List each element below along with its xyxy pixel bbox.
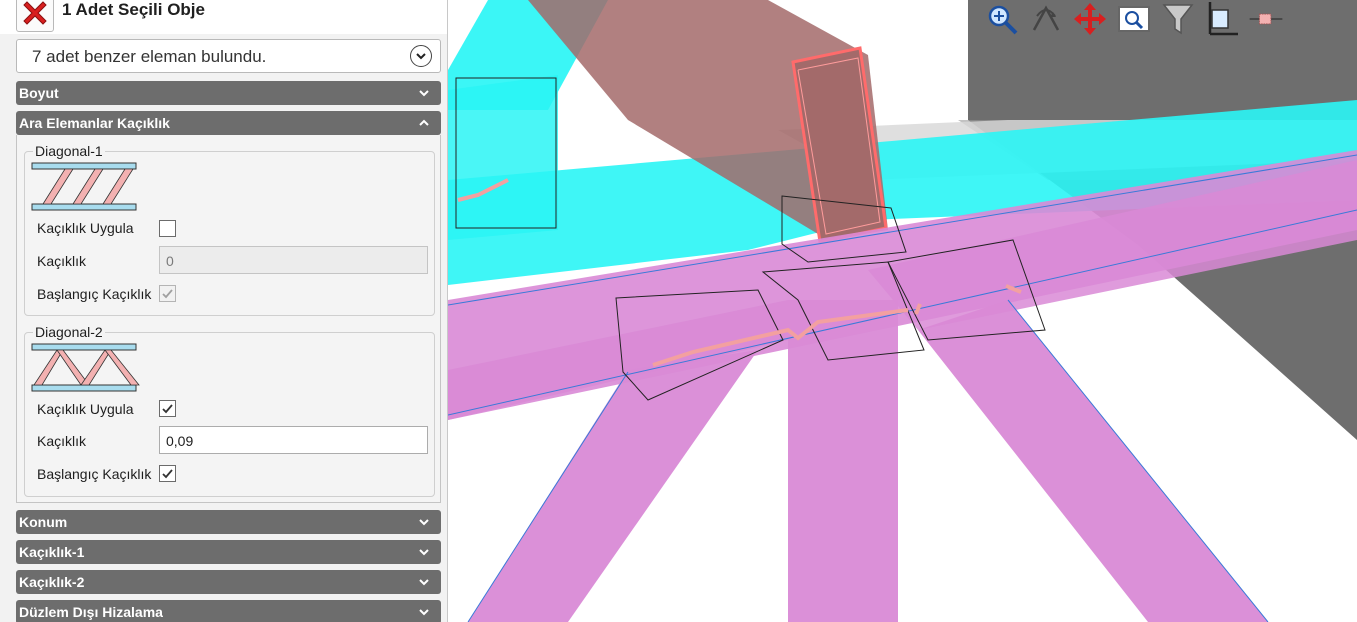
magenta-member-4 [788, 300, 898, 622]
zoom-fit-icon[interactable] [984, 1, 1020, 37]
property-panel: 1 Adet Seçili Obje 7 adet benzer eleman … [0, 0, 448, 622]
section-kaciklik-1-label: Kaçıklık-1 [19, 544, 85, 560]
section-ara-elemanlar[interactable]: Ara Elemanlar Kaçıklık [16, 111, 441, 135]
3d-viewport[interactable] [448, 0, 1357, 622]
view-toolbar [984, 0, 1284, 38]
section-ara-elemanlar-content: Diagonal-1 Kaçıklık Uygula Kaçıklık 0 Ba… [16, 135, 441, 503]
chevron-up-icon [419, 119, 429, 126]
checkmark-icon [162, 404, 173, 414]
diagonal-1-apply-label: Kaçıklık Uygula [37, 220, 134, 236]
diagonal-2-pattern-icon [31, 343, 140, 392]
similar-elements-value: 7 adet benzer eleman bulundu. [32, 47, 267, 66]
cyan-beam-left [448, 75, 558, 240]
chevron-down-icon [419, 90, 429, 97]
checkmark-icon [162, 289, 173, 299]
chevron-down-icon [410, 45, 432, 67]
close-button[interactable] [16, 0, 54, 32]
chevron-down-icon [419, 519, 429, 526]
chevron-down-icon [419, 579, 429, 586]
axis-icon[interactable] [1204, 1, 1240, 37]
checkmark-icon [162, 469, 173, 479]
diagonal-2-group: Diagonal-2 Kaçıklık Uygula Kaçıklık 0,09… [24, 324, 435, 497]
close-icon [23, 1, 47, 25]
diagonal-1-offset-input[interactable]: 0 [159, 246, 428, 274]
section-kaciklik-2-label: Kaçıklık-2 [19, 574, 85, 590]
section-boyut[interactable]: Boyut [16, 81, 441, 105]
similar-elements-dropdown[interactable]: 7 adet benzer eleman bulundu. [16, 39, 441, 73]
section-ara-elemanlar-label: Ara Elemanlar Kaçıklık [19, 115, 170, 131]
diagonal-2-title: Diagonal-2 [33, 324, 105, 340]
section-duzlem-disi-hizalama[interactable]: Düzlem Dışı Hizalama [16, 600, 441, 622]
zoom-window-icon[interactable] [1116, 1, 1152, 37]
diagonal-2-apply-checkbox[interactable] [159, 400, 176, 417]
section-boyut-label: Boyut [19, 85, 59, 101]
chevron-down-icon [419, 549, 429, 556]
diagonal-2-start-label: Başlangıç Kaçıklık [37, 466, 152, 482]
diagonal-1-apply-checkbox[interactable] [159, 220, 176, 237]
diagonal-1-title: Diagonal-1 [33, 143, 105, 159]
section-line-icon[interactable] [1248, 1, 1284, 37]
diagonal-1-group: Diagonal-1 Kaçıklık Uygula Kaçıklık 0 Ba… [24, 143, 435, 316]
diagonal-2-offset-label: Kaçıklık [37, 433, 87, 449]
3d-scene[interactable] [448, 0, 1357, 622]
diagonal-1-offset-label: Kaçıklık [37, 253, 87, 269]
selection-title: 1 Adet Seçili Obje [62, 0, 205, 19]
section-duzlem-disi-hizalama-label: Düzlem Dışı Hizalama [19, 604, 163, 620]
section-konum-label: Konum [19, 514, 68, 530]
pan-icon[interactable] [1072, 1, 1108, 37]
diagonal-1-start-label: Başlangıç Kaçıklık [37, 286, 152, 302]
diagonal-2-apply-label: Kaçıklık Uygula [37, 401, 134, 417]
diagonal-2-offset-input[interactable]: 0,09 [159, 426, 428, 454]
diagonal-2-start-checkbox[interactable] [159, 465, 176, 482]
section-konum[interactable]: Konum [16, 510, 441, 534]
section-kaciklik-2[interactable]: Kaçıklık-2 [16, 570, 441, 594]
chevron-down-icon [419, 609, 429, 616]
panel-header: 1 Adet Seçili Obje [0, 0, 447, 34]
diagonal-1-pattern-icon [31, 162, 137, 211]
diagonal-1-start-checkbox[interactable] [159, 285, 176, 302]
filter-icon[interactable] [1160, 1, 1196, 37]
section-kaciklik-1[interactable]: Kaçıklık-1 [16, 540, 441, 564]
magenta-member-5 [918, 300, 1268, 622]
rotate-icon[interactable] [1028, 1, 1064, 37]
